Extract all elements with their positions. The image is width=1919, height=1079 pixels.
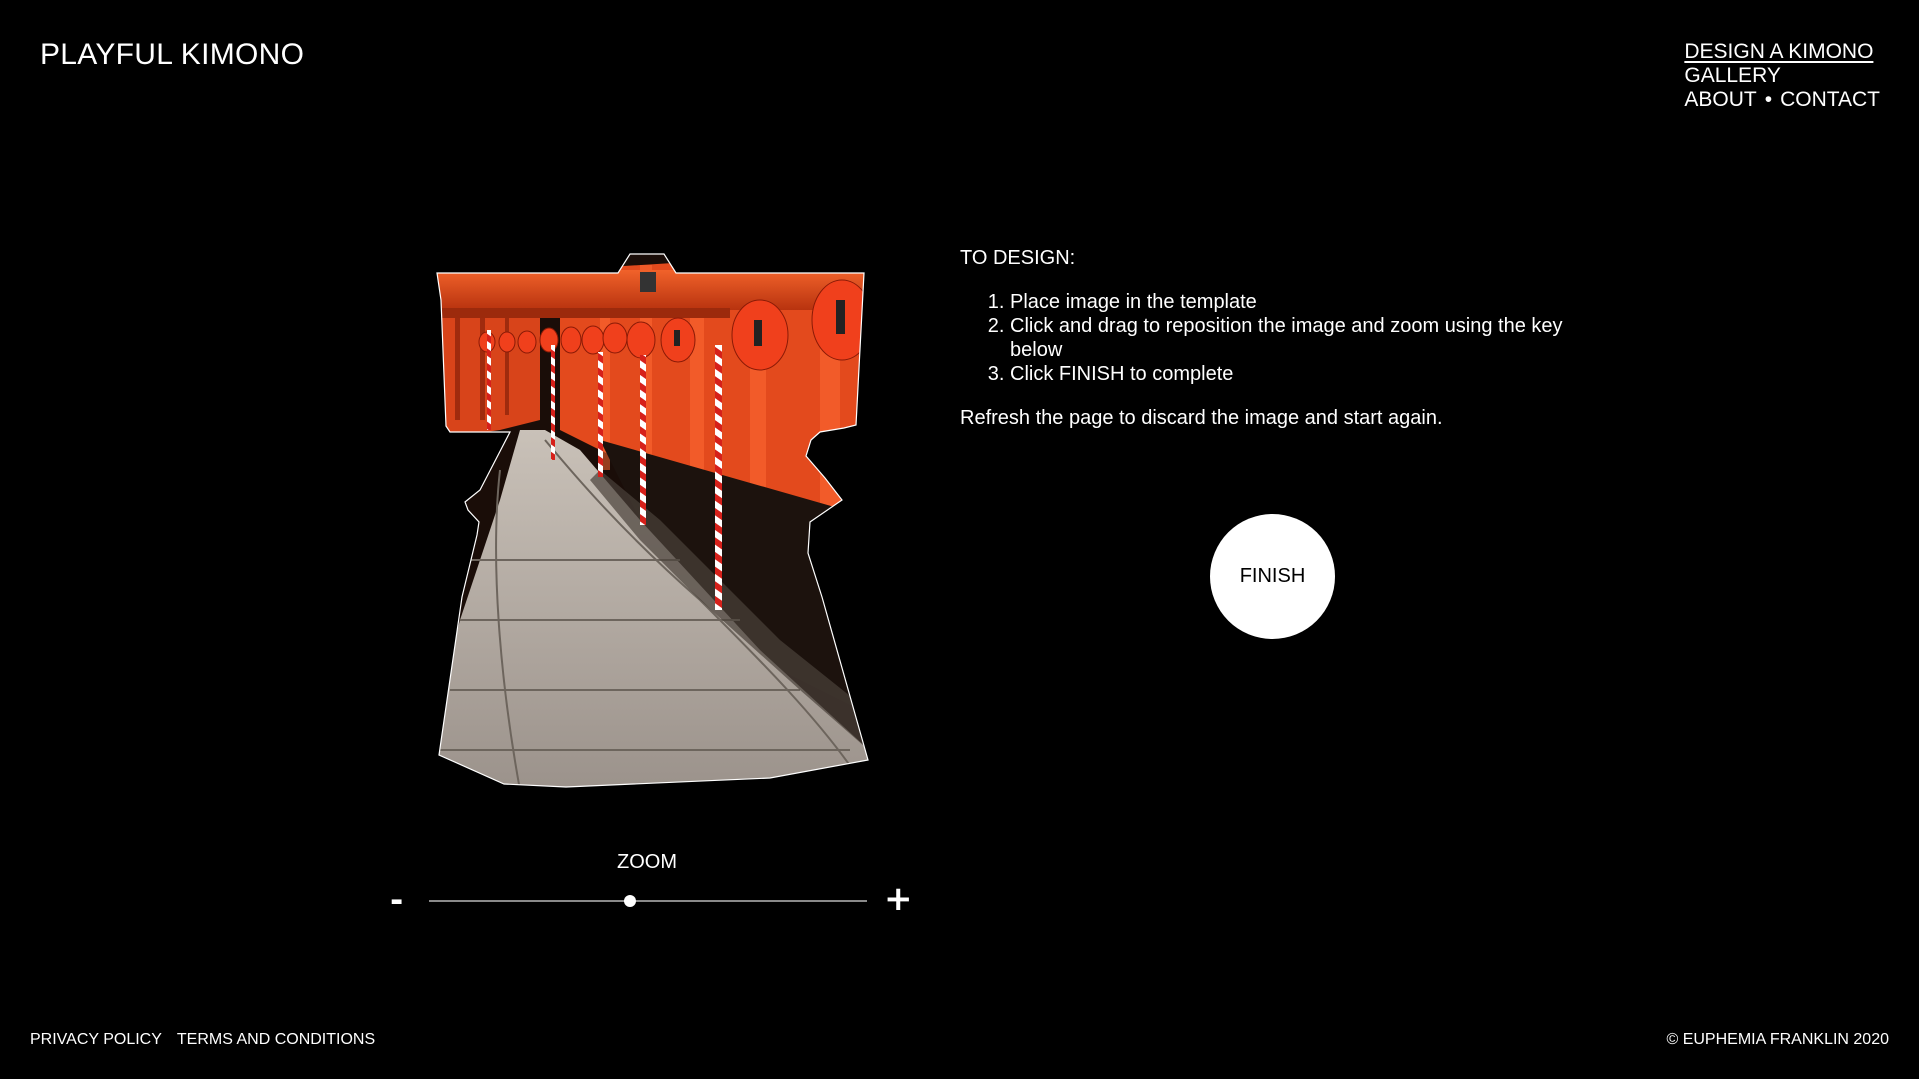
nav-contact[interactable]: CONTACT: [1780, 88, 1880, 112]
site-logo[interactable]: PLAYFUL KIMONO: [40, 38, 304, 72]
nav-gallery[interactable]: GALLERY: [1684, 64, 1880, 88]
zoom-in-button[interactable]: +: [884, 881, 913, 917]
nav-separator: •: [1764, 88, 1773, 111]
instruction-step: Click and drag to reposition the image a…: [1010, 314, 1580, 362]
nav-secondary-row: ABOUT • CONTACT: [1684, 88, 1880, 112]
zoom-slider-thumb[interactable]: [624, 895, 637, 907]
instruction-step: Click FINISH to complete: [1010, 362, 1580, 386]
finish-button[interactable]: FINISH: [1210, 514, 1335, 639]
instructions-steps: Place image in the template Click and dr…: [960, 290, 1580, 386]
zoom-out-button[interactable]: -: [390, 882, 403, 918]
copyright-text: © EUPHEMIA FRANKLIN 2020: [1666, 1031, 1889, 1048]
nav-design-a-kimono[interactable]: DESIGN A KIMONO: [1684, 40, 1880, 64]
instruction-step: Place image in the template: [1010, 290, 1580, 314]
terms-and-conditions-link[interactable]: TERMS AND CONDITIONS: [177, 1031, 375, 1049]
instructions-note: Refresh the page to discard the image an…: [960, 407, 1443, 429]
zoom-slider[interactable]: [429, 895, 867, 907]
kimono-template-canvas[interactable]: [430, 250, 880, 790]
plus-icon: +: [884, 879, 913, 919]
footer-links: PRIVACY POLICY TERMS AND CONDITIONS: [30, 1031, 375, 1049]
instructions-panel: TO DESIGN: Place image in the template C…: [960, 246, 1580, 430]
instructions-heading: TO DESIGN:: [960, 247, 1076, 269]
zoom-label: ZOOM: [617, 851, 677, 873]
main-nav: DESIGN A KIMONO GALLERY ABOUT • CONTACT: [1684, 40, 1880, 112]
minus-icon: -: [390, 881, 404, 919]
page: PLAYFUL KIMONO DESIGN A KIMONO GALLERY A…: [0, 0, 1919, 1079]
privacy-policy-link[interactable]: PRIVACY POLICY: [30, 1031, 162, 1049]
nav-about[interactable]: ABOUT: [1684, 88, 1756, 112]
